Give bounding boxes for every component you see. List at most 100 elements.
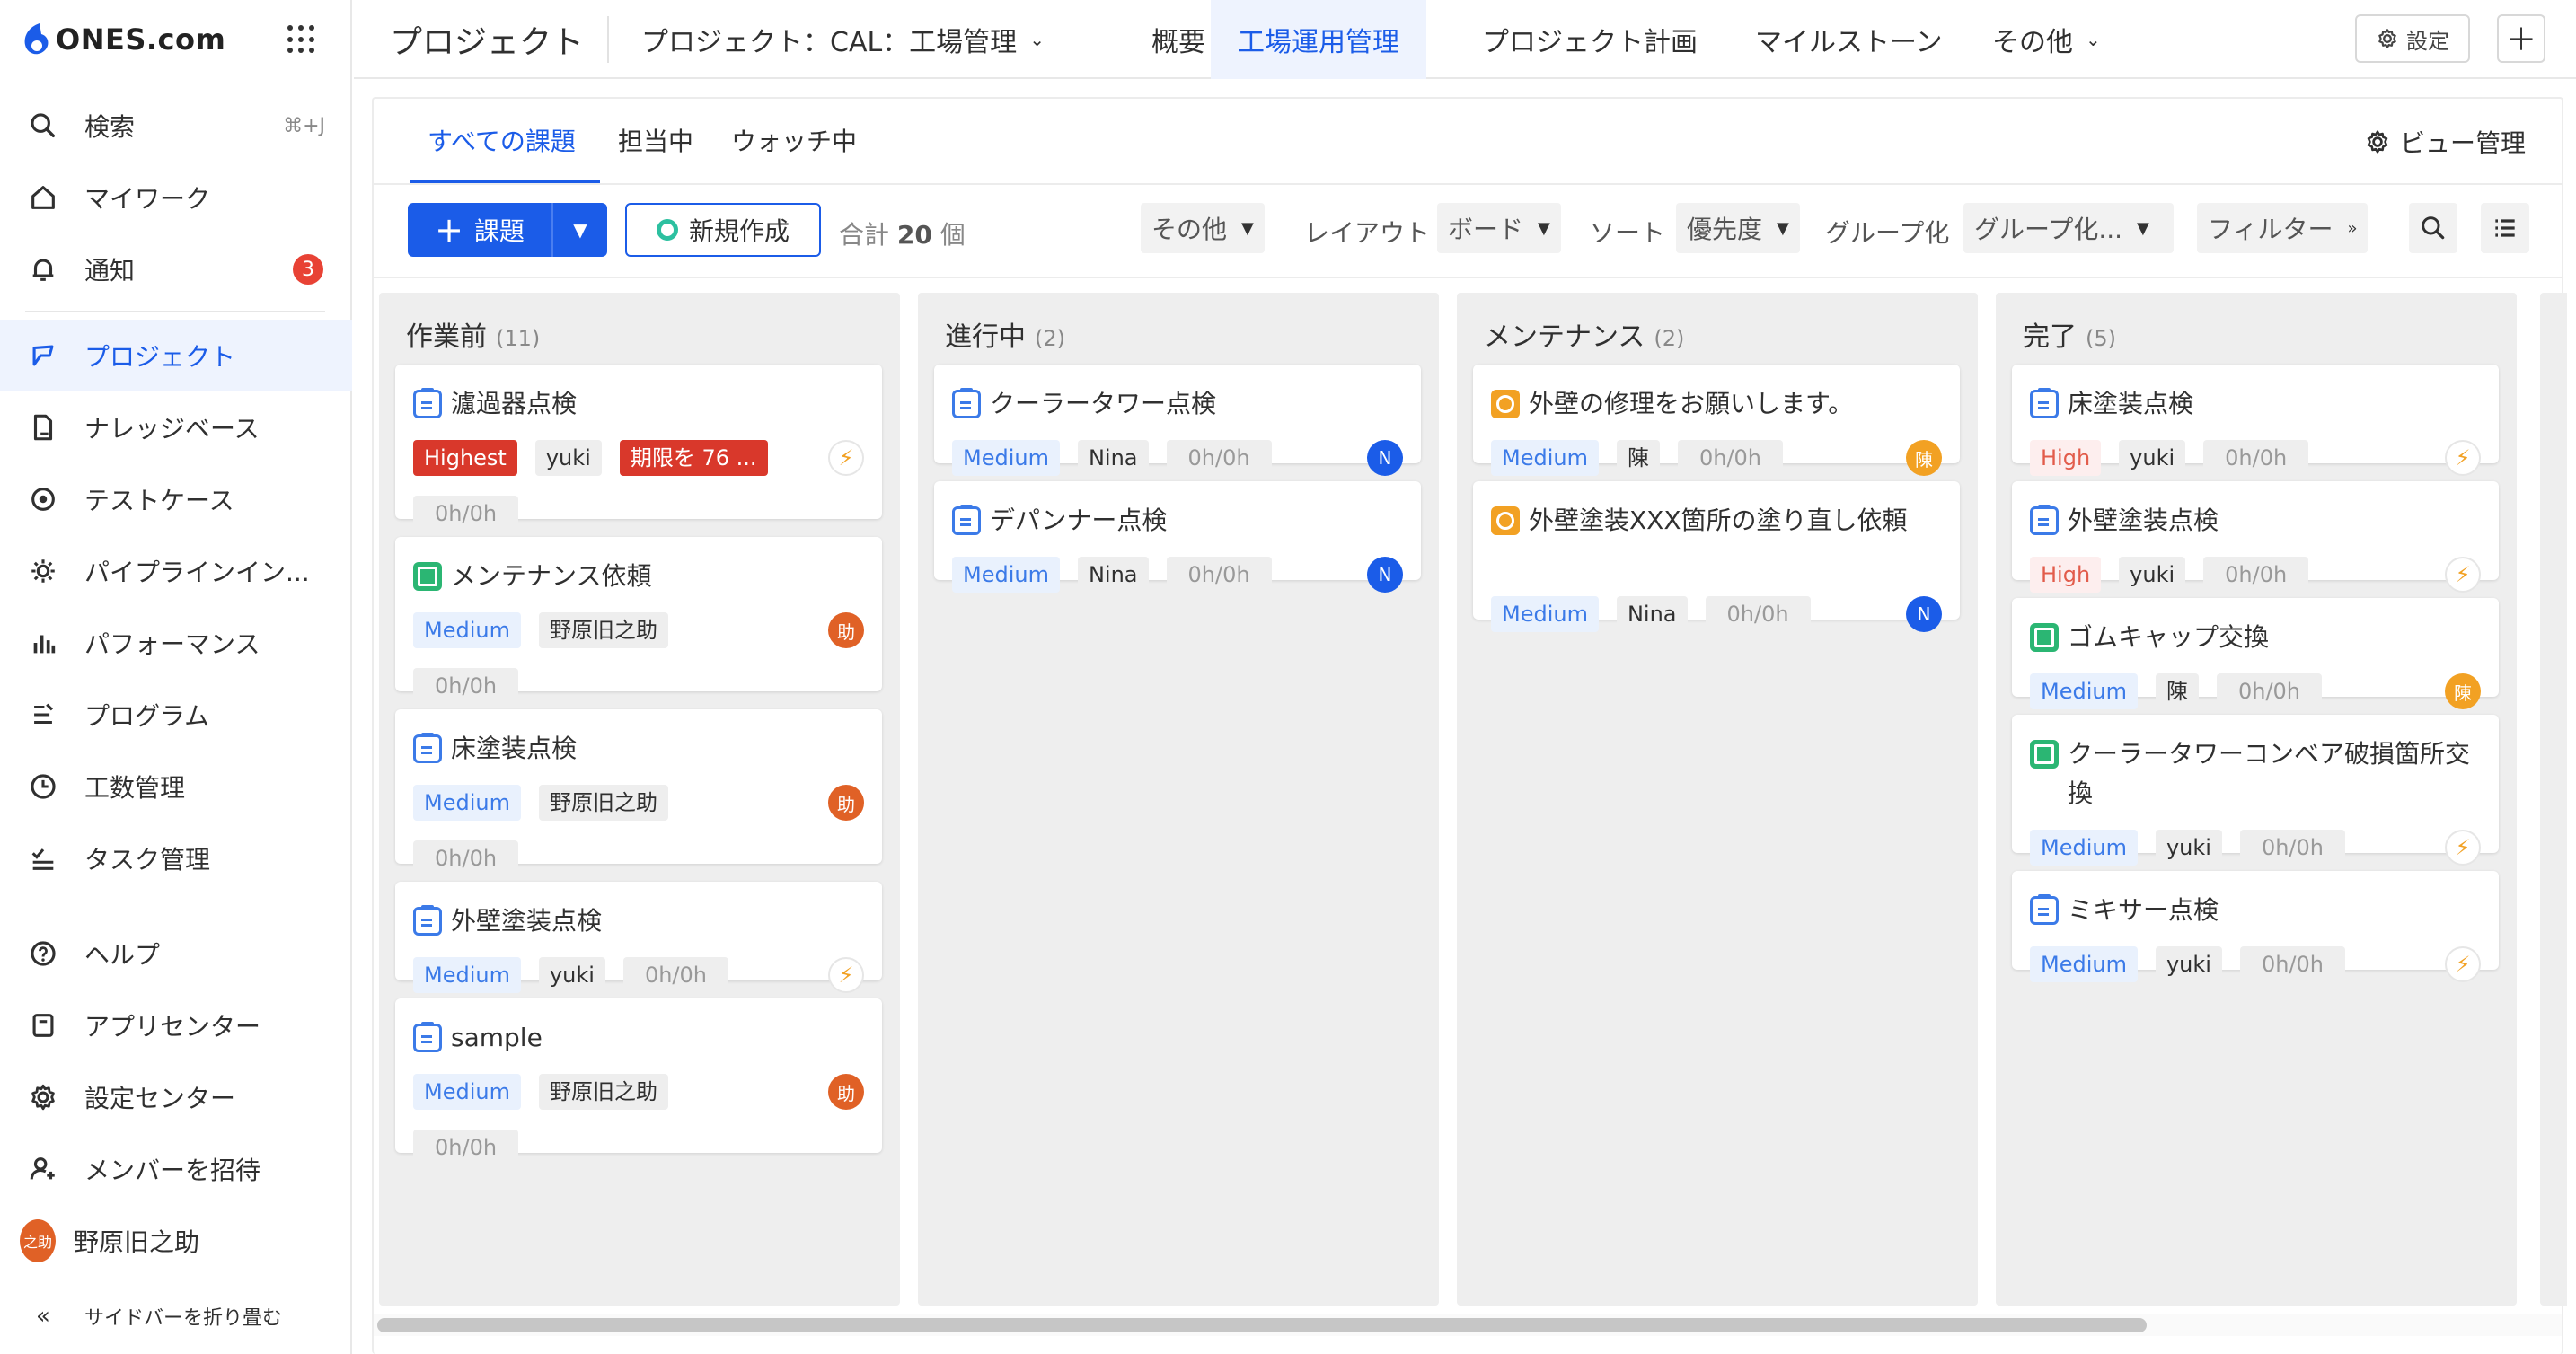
sidebar-item-project[interactable]: プロジェクト (0, 320, 352, 391)
tab-milestones[interactable]: マイルストーン (1728, 0, 1970, 79)
owner-avatar[interactable]: 陳 (1906, 440, 1942, 476)
issue-card[interactable]: 外壁塗装点検 High yuki 0h/0h ⚡ (2012, 481, 2499, 593)
list-view-button[interactable] (2481, 203, 2529, 253)
lightning-icon[interactable]: ⚡ (2445, 440, 2481, 476)
other-dropdown[interactable]: その他 ▼ (1141, 203, 1265, 253)
new-issue-button[interactable]: + 課題 (408, 203, 553, 257)
sidebar-item-help[interactable]: ヘルプ (0, 918, 352, 989)
tab-assigned[interactable]: 担当中 (618, 122, 693, 158)
issue-card[interactable]: 外壁の修理をお願いします。 Medium 陳 0h/0h 陳 (1473, 365, 1960, 476)
layout-dropdown[interactable]: ボード ▼ (1437, 203, 1561, 253)
lightning-icon[interactable]: ⚡ (2445, 946, 2481, 982)
owner-avatar[interactable]: N (1906, 596, 1942, 632)
priority-tag: High (2030, 440, 2102, 476)
card-title-text: メンテナンス依頼 (451, 561, 652, 591)
view-manager-button[interactable]: ビュー管理 (2364, 124, 2526, 160)
card-title-text: 床塗装点検 (2068, 389, 2194, 418)
card-tags: High yuki 0h/0h (2030, 440, 2326, 476)
owner-avatar[interactable]: 助 (828, 785, 864, 821)
create-new-button[interactable]: 新規作成 (625, 203, 821, 257)
issue-card[interactable]: 外壁塗装XXX箇所の塗り直し依頼 Medium Nina 0h/0h N (1473, 481, 1960, 632)
logo-text: ONES.com (56, 22, 226, 57)
lightning-icon[interactable]: ⚡ (828, 957, 864, 993)
new-issue-dropdown[interactable]: ▼ (553, 203, 607, 257)
sidebar-collapse-button[interactable]: « サイドバーを折り畳む (0, 1280, 352, 1352)
card-title: デパンナー点検 (952, 501, 1401, 541)
horizontal-scrollbar[interactable] (377, 1318, 2147, 1332)
card-tags: Medium yuki 0h/0h (2030, 830, 2363, 866)
user-avatar: 之助 (20, 1219, 56, 1262)
issue-card[interactable]: 外壁塗装点検 Medium yuki 0h/0h ⚡ (395, 882, 882, 993)
notification-badge: 3 (293, 254, 323, 285)
filter-dropdown[interactable]: フィルター » (2197, 203, 2369, 253)
sidebar-item-appcenter[interactable]: アプリセンター (0, 989, 352, 1061)
tab-more[interactable]: その他 ⌄ (1965, 0, 2128, 79)
tab-watching[interactable]: ウォッチ中 (731, 122, 857, 158)
card-title: ゴムキャップ交換 (2030, 618, 2479, 657)
project-selector[interactable]: プロジェクト：CAL：工場管理 ⌄ (641, 20, 1045, 59)
hours-tag: 0h/0h (413, 668, 519, 704)
issue-card[interactable]: メンテナンス依頼 Medium 野原旧之助 0h/0h 助 (395, 537, 882, 704)
issue-card[interactable]: sample Medium 野原旧之助 0h/0h 助 (395, 998, 882, 1165)
sidebar-item-pipeline[interactable]: パイプラインイン... (0, 535, 352, 607)
bell-icon (25, 251, 61, 287)
sidebar-item-label: ナレッジベース (84, 414, 260, 444)
help-icon (25, 936, 61, 972)
issue-card[interactable]: クーラータワーコンベア破損箇所交換 Medium yuki 0h/0h ⚡ (2012, 715, 2499, 866)
add-button[interactable]: + (2497, 14, 2545, 63)
sidebar-item-timesheet[interactable]: 工数管理 (0, 751, 352, 822)
owner-avatar[interactable]: 陳 (2445, 673, 2481, 709)
sidebar-item-search[interactable]: 検索 ⌘+J (0, 90, 352, 162)
lightning-icon[interactable]: ⚡ (2445, 830, 2481, 866)
maintenance-type-icon (2030, 623, 2059, 652)
due-tag: 期限を 76 ... (619, 440, 768, 476)
sidebar-item-program[interactable]: プログラム (0, 679, 352, 751)
project-icon (25, 338, 61, 374)
tab-factory-operations[interactable]: 工場運用管理 (1211, 0, 1426, 79)
active-tab-indicator (410, 180, 600, 183)
page-title: プロジェクト (390, 24, 585, 61)
lightning-icon[interactable]: ⚡ (828, 440, 864, 476)
issue-card[interactable]: ミキサー点検 Medium yuki 0h/0h ⚡ (2012, 871, 2499, 982)
app-grid-icon[interactable] (287, 25, 316, 54)
sidebar-item-mywork[interactable]: マイワーク (0, 162, 352, 233)
sidebar-item-notifications[interactable]: 通知 3 (0, 233, 352, 305)
card-title-text: クーラータワー点検 (990, 389, 1217, 418)
tab-label: 工場運用管理 (1238, 27, 1399, 58)
hours-tag: 0h/0h (413, 1130, 519, 1165)
sidebar-item-label: ヘルプ (84, 940, 161, 970)
logo[interactable]: ONES.com (22, 18, 338, 61)
issue-card[interactable]: 床塗装点検 High yuki 0h/0h ⚡ (2012, 365, 2499, 476)
issue-card[interactable]: デパンナー点検 Medium Nina 0h/0h N (934, 481, 1421, 593)
settings-button[interactable]: 設定 (2355, 14, 2470, 63)
gear-icon (2367, 130, 2388, 154)
issue-card[interactable]: 濾過器点検 Highest yuki 期限を 76 ... 0h/0h ⚡ (395, 365, 882, 532)
group-dropdown[interactable]: グループ化... ▼ (1963, 203, 2174, 253)
owner-avatar[interactable]: 助 (828, 612, 864, 648)
sidebar-item-user[interactable]: 之助 野原旧之助 (0, 1205, 352, 1277)
search-button[interactable] (2409, 203, 2457, 253)
issue-card[interactable]: 床塗装点検 Medium 野原旧之助 0h/0h 助 (395, 709, 882, 876)
owner-avatar[interactable]: 助 (828, 1074, 864, 1110)
sidebar-item-settings[interactable]: 設定センター (0, 1061, 352, 1133)
issue-card[interactable]: クーラータワー点検 Medium Nina 0h/0h N (934, 365, 1421, 476)
sidebar-item-tasks[interactable]: タスク管理 (0, 822, 352, 894)
tab-project-plan[interactable]: プロジェクト計画 (1455, 0, 1725, 79)
card-tags: Highest yuki 期限を 76 ... (413, 440, 786, 476)
search-icon (25, 108, 61, 144)
hours-tag: 0h/0h (2239, 830, 2345, 866)
sidebar-item-invite[interactable]: メンバーを招待 (0, 1133, 352, 1205)
sidebar-item-testcase[interactable]: テストケース (0, 463, 352, 535)
sidebar-item-knowledge[interactable]: ナレッジベース (0, 391, 352, 463)
owner-avatar[interactable]: N (1367, 557, 1403, 593)
owner-avatar[interactable]: N (1367, 440, 1403, 476)
issue-card[interactable]: ゴムキャップ交換 Medium 陳 0h/0h 陳 (2012, 598, 2499, 709)
tab-all-issues[interactable]: すべての課題 (428, 122, 576, 158)
sidebar-item-performance[interactable]: パフォーマンス (0, 607, 352, 679)
sort-dropdown[interactable]: 優先度 ▼ (1676, 203, 1800, 253)
lightning-icon[interactable]: ⚡ (2445, 557, 2481, 593)
main-panel: すべての課題 担当中 ウォッチ中 ビュー管理 + 課題 ▼ 新規作成 合計 20 … (372, 97, 2567, 1354)
column-header: 完了 (5) (2023, 314, 2116, 354)
priority-tag: Medium (952, 557, 1060, 593)
task-type-icon (2030, 505, 2059, 535)
